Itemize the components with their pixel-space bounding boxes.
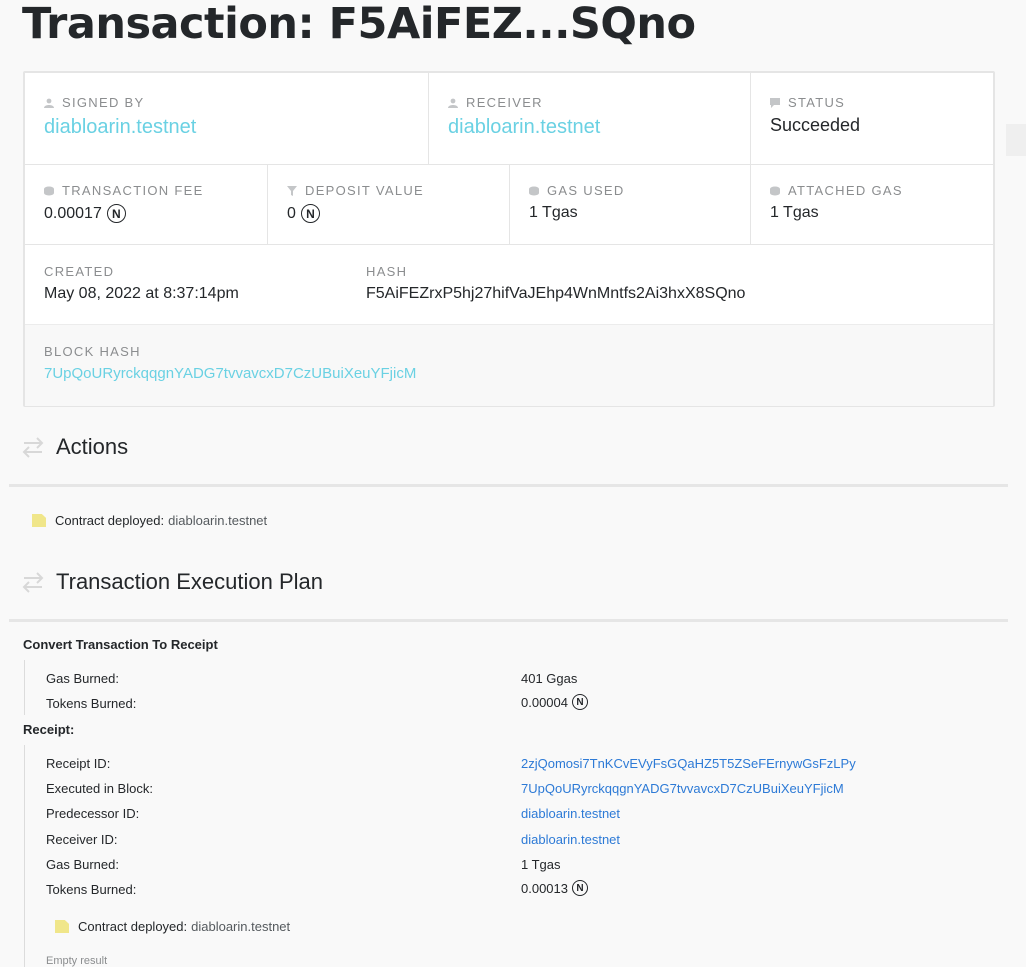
attached-gas-cell: ATTACHED GAS 1 Tgas [751, 164, 993, 244]
coins-icon [529, 186, 539, 195]
block-hash-link[interactable]: 7UpQoURyrckqqgnYADG7tvvavcxD7CzUBuiXeuYF… [44, 365, 416, 382]
signed-by-link[interactable]: diabloarin.testnet [44, 116, 196, 139]
deposit-value-label: DEPOSIT VALUE [305, 183, 425, 198]
receipt-tree-line [24, 745, 25, 967]
executed-block-label: Executed in Block: [46, 781, 153, 796]
block-hash-cell: BLOCK HASH 7UpQoURyrckqqgnYADG7tvvavcxD7… [25, 325, 993, 406]
receiver-cell: RECEIVER diabloarin.testnet [429, 73, 751, 164]
transaction-fee-cell: TRANSACTION FEE 0.00017 N [25, 164, 268, 244]
action-label: Contract deployed: [55, 513, 165, 528]
receipt-gas-burned-value: 1 Tgas [521, 857, 561, 872]
convert-tokens-burned-label: Tokens Burned: [46, 696, 137, 711]
convert-tokens-burned-value: 0.00004 [521, 694, 568, 710]
receipt-gas-burned-label: Gas Burned: [46, 857, 119, 872]
transaction-summary-card: SIGNED BY diabloarin.testnet RECEIVER di… [23, 71, 995, 407]
receipt-tokens-burned-label: Tokens Burned: [46, 882, 137, 897]
gas-used-cell: GAS USED 1 Tgas [510, 164, 751, 244]
receiver-id-label: Receiver ID: [46, 832, 118, 847]
summary-row-accounts: SIGNED BY diabloarin.testnet RECEIVER di… [25, 73, 993, 165]
status-label: STATUS [788, 95, 846, 110]
execution-plan-divider [9, 619, 1008, 622]
summary-row-gas: TRANSACTION FEE 0.00017 N DEPOSIT VALUE … [25, 164, 993, 245]
actions-divider [9, 484, 1008, 487]
created-value: May 08, 2022 at 8:37:14pm [44, 285, 239, 302]
file-icon [55, 920, 69, 933]
predecessor-id-label: Predecessor ID: [46, 806, 140, 821]
receipt-action-target: diabloarin.testnet [191, 919, 291, 934]
attached-gas-value: 1 Tgas [770, 204, 819, 221]
gas-used-value: 1 Tgas [529, 204, 578, 221]
execution-plan-title: Transaction Execution Plan [56, 569, 323, 594]
near-icon: N [572, 694, 588, 710]
receipt-id-link[interactable]: 2zjQomosi7TnKCvEVyFsGQaHZ5T5ZSeFErnywGsF… [521, 756, 856, 771]
action-item: Contract deployed: diabloarin.testnet [32, 513, 267, 528]
action-target: diabloarin.testnet [168, 513, 268, 528]
page-title: Transaction: F5AiFEZ...SQno [22, 0, 696, 49]
receipt-action-item: Contract deployed: diabloarin.testnet [55, 919, 290, 934]
convert-gas-burned-value: 401 Ggas [521, 671, 578, 686]
signed-by-label: SIGNED BY [62, 95, 145, 110]
hash-label: HASH [366, 264, 408, 279]
execution-plan-header: Transaction Execution Plan [22, 569, 323, 595]
filter-icon [287, 185, 297, 196]
signed-by-cell: SIGNED BY diabloarin.testnet [25, 73, 429, 164]
convert-tree-line [24, 660, 25, 715]
coins-icon [770, 186, 780, 195]
file-icon [32, 514, 46, 527]
transfer-arrows-icon [22, 437, 44, 458]
predecessor-id-link[interactable]: diabloarin.testnet [521, 806, 620, 821]
actions-header: Actions [22, 434, 128, 460]
coins-icon [44, 186, 54, 195]
user-icon [44, 98, 54, 108]
comment-icon [770, 97, 780, 108]
scrollbar-thumb[interactable] [1006, 124, 1026, 156]
near-icon: N [106, 204, 126, 223]
convert-title: Convert Transaction To Receipt [23, 637, 218, 652]
receiver-link[interactable]: diabloarin.testnet [448, 116, 600, 139]
receipt-id-label: Receipt ID: [46, 756, 111, 771]
created-cell: CREATED May 08, 2022 at 8:37:14pm [25, 245, 347, 324]
executed-block-link[interactable]: 7UpQoURyrckqqgnYADG7tvvavcxD7CzUBuiXeuYF… [521, 781, 844, 796]
transaction-fee-value: 0.00017 [44, 204, 102, 222]
receiver-id-link[interactable]: diabloarin.testnet [521, 832, 620, 847]
receipt-tokens-burned-value: 0.00013 [521, 880, 568, 896]
receipt-result: Empty result [46, 955, 108, 967]
convert-gas-burned-label: Gas Burned: [46, 671, 119, 686]
gas-used-label: GAS USED [547, 183, 625, 198]
created-label: CREATED [44, 264, 115, 279]
summary-row-created-hash: CREATED May 08, 2022 at 8:37:14pm HASH F… [25, 245, 993, 324]
status-cell: STATUS Succeeded [751, 73, 993, 164]
block-hash-label: BLOCK HASH [44, 344, 141, 359]
receiver-label: RECEIVER [466, 95, 543, 110]
hash-value: F5AiFEZrxP5hj27hifVaJEhp4WnMntfs2Ai3hxX8… [366, 285, 746, 302]
deposit-value-cell: DEPOSIT VALUE 0 N [268, 164, 510, 244]
near-icon: N [300, 204, 320, 223]
attached-gas-label: ATTACHED GAS [788, 183, 903, 198]
user-icon [448, 98, 458, 108]
near-icon: N [572, 880, 588, 896]
receipt-action-label: Contract deployed: [78, 919, 188, 934]
hash-cell: HASH F5AiFEZrxP5hj27hifVaJEhp4WnMntfs2Ai… [347, 245, 993, 324]
transfer-arrows-icon [22, 572, 44, 593]
actions-title: Actions [56, 434, 129, 459]
status-value: Succeeded [770, 115, 861, 135]
receipt-title: Receipt: [23, 722, 75, 737]
transaction-fee-label: TRANSACTION FEE [62, 183, 204, 198]
deposit-value: 0 [287, 204, 296, 222]
summary-row-block-hash: BLOCK HASH 7UpQoURyrckqqgnYADG7tvvavcxD7… [25, 324, 993, 406]
